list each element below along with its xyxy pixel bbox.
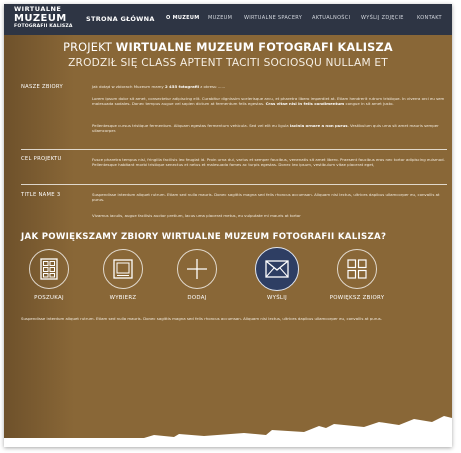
nav-item-muzeum[interactable]: MUZEUM [208,15,232,21]
logo-line-2: MUZEUM [14,12,67,24]
section-text-title-name-3-p2: Vivamus iaculis, augue facilisis auctor … [92,213,301,218]
photo-grid-icon [347,259,367,279]
page-title-prefix: PROJEKT [63,41,116,54]
section-divider-1 [21,149,447,150]
nav-item-wirtualne-spacery[interactable]: WIRTUALNE SPACERY [244,15,302,21]
drawer-cabinet-icon [40,258,58,280]
step-wyslij-circle[interactable] [255,247,299,291]
page-title-bold: WIRTUALNE MUZEUM FOTOGRAFI KALISZA [115,41,393,54]
p2-text: Pellentesque cursus tristique fermentum.… [92,123,290,128]
section-divider-2 [21,184,447,185]
step-dodaj-label: DODAJ [187,295,207,301]
section-text-nasze-zbiory-intro: Jak dotąd w zbiorach Muzeum mamy 2 455 f… [92,84,446,89]
section-label-cel-projektu: CEL PROJEKTU [21,156,62,162]
p1-bold: Cras vitae nisi in felis condimentum [265,101,345,107]
logo-line-3: FOTOGRAFII KALISZA [14,23,73,29]
intro-text: Jak dotąd w zbiorach Muzeum mamy [92,84,165,89]
step-wybierz-circle[interactable] [103,249,143,289]
page-subtitle: ZRODZIŁ SIĘ CLASS APTENT TACITI SOCIOSQU… [68,57,388,69]
step-powieksz-zbiory-label: POWIĘKSZ ZBIORY [329,295,385,301]
step-wybierz[interactable]: WYBIERZ [83,249,163,301]
logo-line-1: WIRTUALNE [14,5,62,13]
step-wyslij-label: WYŚLIJ [266,295,288,301]
site-logo[interactable]: WIRTUALNE MUZEUM FOTOGRAFII KALISZA [14,6,73,29]
top-navigation-bar: WIRTUALNE MUZEUM FOTOGRAFII KALISZA STRO… [4,4,452,35]
torn-paper-edge [4,416,452,447]
p2-bold: lacinia ornare a non purus [289,123,348,128]
envelope-icon [265,260,289,278]
step-wyslij[interactable]: WYŚLIJ [237,247,317,301]
intro-text-end: z okresu ...... [198,84,226,89]
step-dodaj-circle[interactable] [177,249,217,289]
section-label-title-name-3: TITLE NAME 3 [21,192,61,198]
plus-icon [187,259,207,279]
section-text-nasze-zbiory-p1: Lorem ipsum dolor sit amet, consectetur … [92,96,446,107]
nav-item-o-muzeum[interactable]: O MUZEUM [166,15,200,33]
section-text-title-name-3-p1: Suspendisse interdum aliquet rutrum. Eti… [92,192,440,203]
nav-item-wyslij-zdjecie[interactable]: WYŚLIJ ZDJĘCIE [361,15,404,21]
nav-item-aktualnosci[interactable]: AKTUALNOŚCI [312,15,350,21]
how-section-title: JAK POWIĘKSZAMY ZBIORY WIRTUALNE MUZEUM … [21,232,387,242]
step-poszukaj-label: POSZUKAJ [34,295,64,301]
step-powieksz-zbiory[interactable]: POWIĘKSZ ZBIORY [317,249,397,301]
step-poszukaj-circle[interactable] [29,249,69,289]
intro-count: 2 455 fotografii [164,84,199,89]
step-powieksz-zbiory-circle[interactable] [337,249,377,289]
nav-home-link[interactable]: STRONA GŁÓWNA [86,15,155,23]
section-text-nasze-zbiory-p2: Pellentesque cursus tristique fermentum.… [92,123,446,134]
step-dodaj[interactable]: DODAJ [157,249,237,301]
step-poszukaj[interactable]: POSZUKAJ [9,249,89,301]
page-frame: WIRTUALNE MUZEUM FOTOGRAFII KALISZA STRO… [4,4,452,447]
section-label-nasze-zbiory: NASZE ZBIORY [21,84,63,90]
p1-text-end: congue in sit amet justo. [344,101,394,107]
nav-item-kontakt[interactable]: KONTAKT [417,15,442,21]
how-section-text: Suspendisse interdum aliquet rutrum. Eti… [21,316,383,321]
page-title: PROJEKT WIRTUALNE MUZEUM FOTOGRAFI KALIS… [4,41,452,54]
section-text-cel-projektu: Fusce pharetra tempus nisl, fringilla fa… [92,157,445,168]
photo-frame-icon [113,259,133,279]
step-wybierz-label: WYBIERZ [109,295,137,301]
